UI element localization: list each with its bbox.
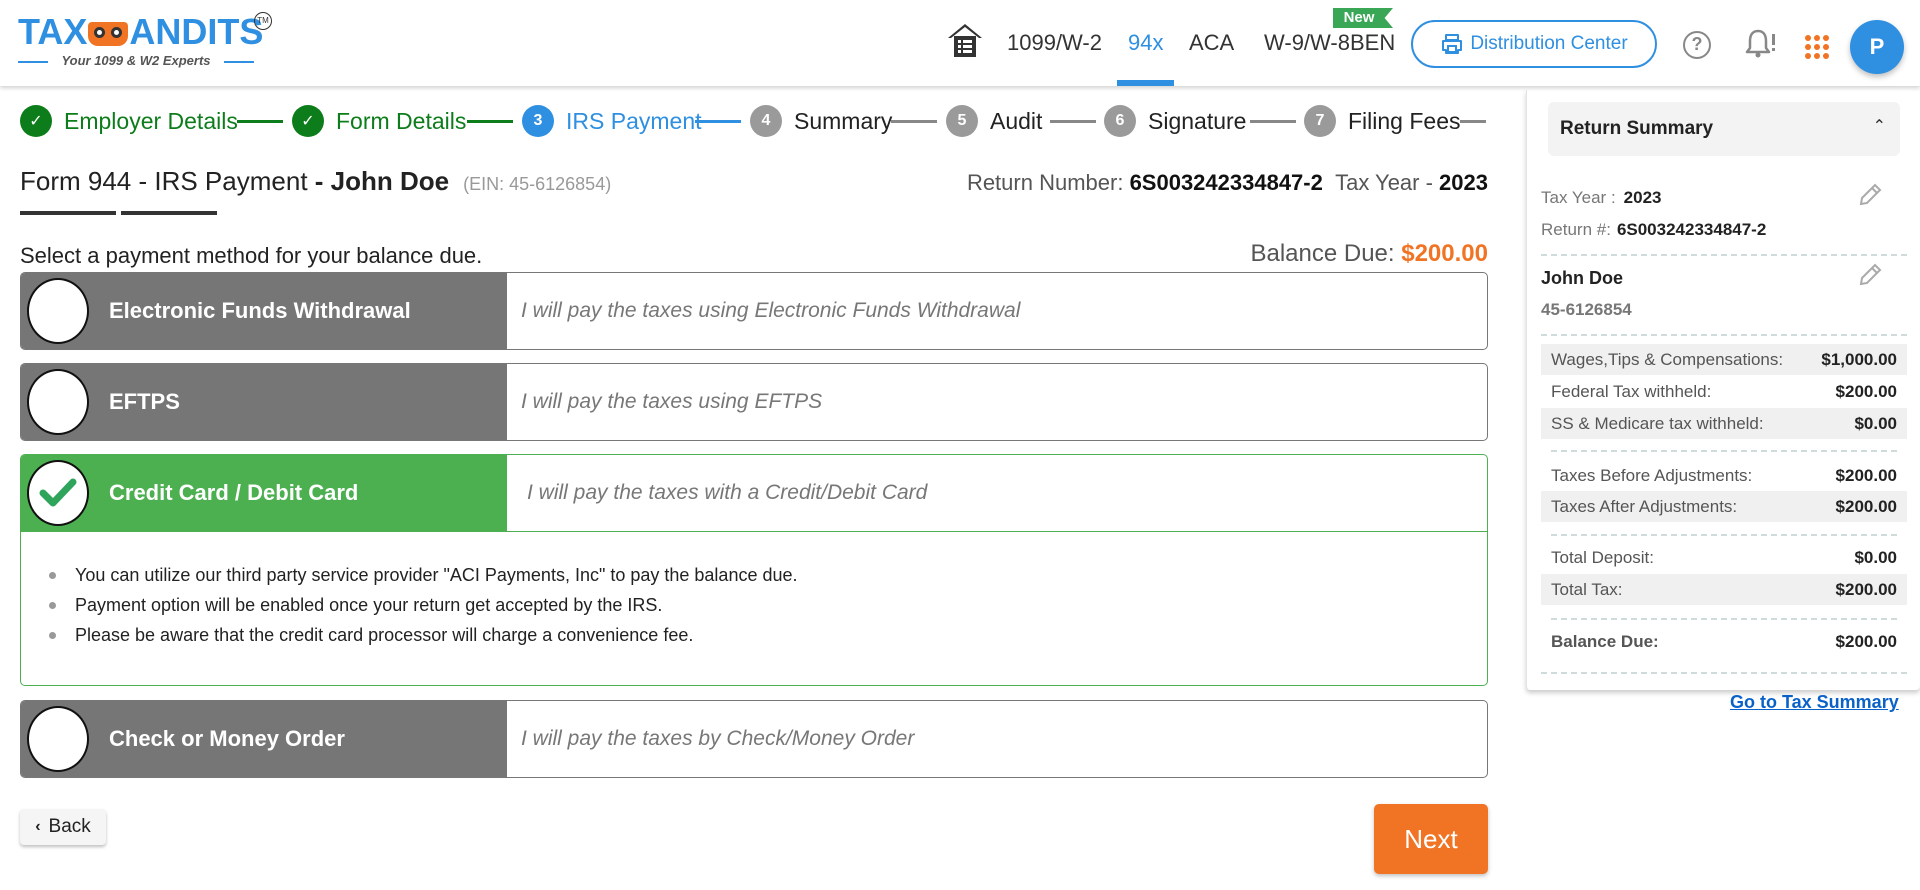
divider (1541, 254, 1907, 256)
divider (1551, 450, 1897, 452)
radio-button[interactable] (27, 278, 89, 344)
notification-bell-icon[interactable] (1744, 28, 1778, 60)
edit-pencil-icon[interactable] (1857, 262, 1883, 288)
ein-label: (EIN: 45-6126854) (463, 174, 612, 194)
back-button[interactable]: ‹ Back (20, 809, 106, 845)
step-filing-fees[interactable]: 7 Filing Fees (1304, 104, 1460, 138)
divider (1541, 334, 1907, 336)
nav-w9-w8ben[interactable]: W-9/W-8BEN (1264, 30, 1395, 56)
summary-row: SS & Medicare tax withheld: $0.00 (1541, 408, 1907, 439)
top-header: TAX ANDITS TM Your 1099 & W2 Experts 1099… (0, 0, 1920, 86)
home-icon[interactable] (946, 22, 984, 58)
credit-card-details: You can utilize our third party service … (20, 530, 1488, 686)
radio-button[interactable] (27, 706, 89, 772)
distribution-center-button[interactable]: Distribution Center (1411, 20, 1657, 68)
step-connector (1250, 120, 1296, 123)
active-nav-indicator (1117, 80, 1174, 86)
note-item: You can utilize our third party service … (49, 560, 1487, 590)
sidebar-return-number: Return #: 6S003242334847-2 (1541, 220, 1767, 239)
summary-row: Total Tax: $200.00 (1541, 574, 1907, 605)
chevron-up-icon[interactable]: ⌃ (1873, 116, 1886, 136)
step-connector (1460, 120, 1486, 123)
payment-option-check[interactable]: Check or Money Order I will pay the taxe… (20, 700, 1488, 778)
step-signature[interactable]: 6 Signature (1104, 104, 1246, 138)
check-icon: ✓ (20, 105, 52, 137)
balance-due: Balance Due: $200.00 (1250, 240, 1488, 267)
nav-94x[interactable]: 94x (1128, 30, 1163, 56)
go-to-tax-summary-link[interactable]: Go to Tax Summary (1730, 692, 1899, 713)
step-connector (467, 120, 513, 123)
summary-row: Federal Tax withheld: $200.00 (1551, 381, 1897, 401)
edit-pencil-icon[interactable] (1857, 182, 1883, 208)
step-irs-payment[interactable]: 3 IRS Payment (522, 104, 702, 138)
select-method-label: Select a payment method for your balance… (20, 243, 483, 268)
summary-row: Wages,Tips & Compensations: $1,000.00 (1541, 344, 1907, 375)
check-icon: ✓ (292, 105, 324, 137)
sidebar-tax-year: Tax Year :2023 (1541, 188, 1662, 207)
logo-tagline: Your 1099 & W2 Experts (18, 53, 254, 68)
step-connector (695, 120, 741, 123)
next-button[interactable]: Next (1374, 804, 1488, 874)
title-underline (121, 211, 217, 215)
step-connector (237, 120, 283, 123)
radio-button-checked[interactable] (27, 460, 89, 526)
radio-button[interactable] (27, 369, 89, 435)
step-connector (891, 120, 937, 123)
step-summary[interactable]: 4 Summary (750, 104, 892, 138)
owl-logo-icon (88, 22, 129, 46)
summary-row: Taxes Before Adjustments: $200.00 (1551, 465, 1897, 485)
taxbandits-logo[interactable]: TAX ANDITS TM Your 1099 & W2 Experts (18, 12, 278, 72)
payment-option-eftps[interactable]: EFTPS I will pay the taxes using EFTPS (20, 363, 1488, 441)
divider (1551, 534, 1897, 536)
summary-balance-due: Balance Due: $200.00 (1551, 631, 1897, 651)
nav-aca[interactable]: ACA (1189, 30, 1234, 56)
step-audit[interactable]: 5 Audit (946, 104, 1042, 138)
new-badge: New (1333, 8, 1393, 28)
divider (1541, 672, 1907, 674)
apps-grid-icon[interactable] (1805, 35, 1829, 59)
payment-option-efw[interactable]: Electronic Funds Withdrawal I will pay t… (20, 272, 1488, 350)
payment-option-credit-card[interactable]: Credit Card / Debit Card I will pay the … (20, 454, 1488, 532)
help-icon[interactable]: ? (1683, 31, 1711, 59)
note-item: Please be aware that the credit card pro… (49, 620, 1487, 650)
progress-stepper: ✓ Employer Details ✓ Form Details 3 IRS … (20, 104, 1490, 138)
checkmark-icon (39, 478, 77, 507)
sidebar-employer-name: John Doe (1541, 268, 1624, 288)
user-avatar[interactable]: P (1850, 20, 1904, 74)
step-employer-details[interactable]: ✓ Employer Details (20, 104, 238, 138)
return-summary-header[interactable]: Return Summary ⌃ (1548, 102, 1900, 156)
return-summary-panel: Return Summary ⌃ Tax Year :2023 Return #… (1526, 90, 1920, 690)
chevron-left-icon: ‹ (35, 818, 41, 835)
nav-1099-w2[interactable]: 1099/W-2 (1007, 30, 1102, 56)
divider (1551, 618, 1897, 620)
note-item: Payment option will be enabled once your… (49, 590, 1487, 620)
printer-icon (1442, 34, 1463, 54)
sidebar-employer-ein: 45-6126854 (1541, 300, 1632, 319)
return-info: Return Number: 6S003242334847-2 Tax Year… (966, 170, 1488, 195)
summary-row: Total Deposit: $0.00 (1551, 547, 1897, 567)
trademark-icon: TM (254, 12, 272, 30)
step-form-details[interactable]: ✓ Form Details (292, 104, 466, 138)
page-title: Form 944 - IRS Payment - John Doe (EIN: 4… (20, 166, 612, 196)
summary-row: Taxes After Adjustments: $200.00 (1541, 491, 1907, 522)
step-connector (1050, 120, 1096, 123)
title-underline (20, 211, 116, 215)
